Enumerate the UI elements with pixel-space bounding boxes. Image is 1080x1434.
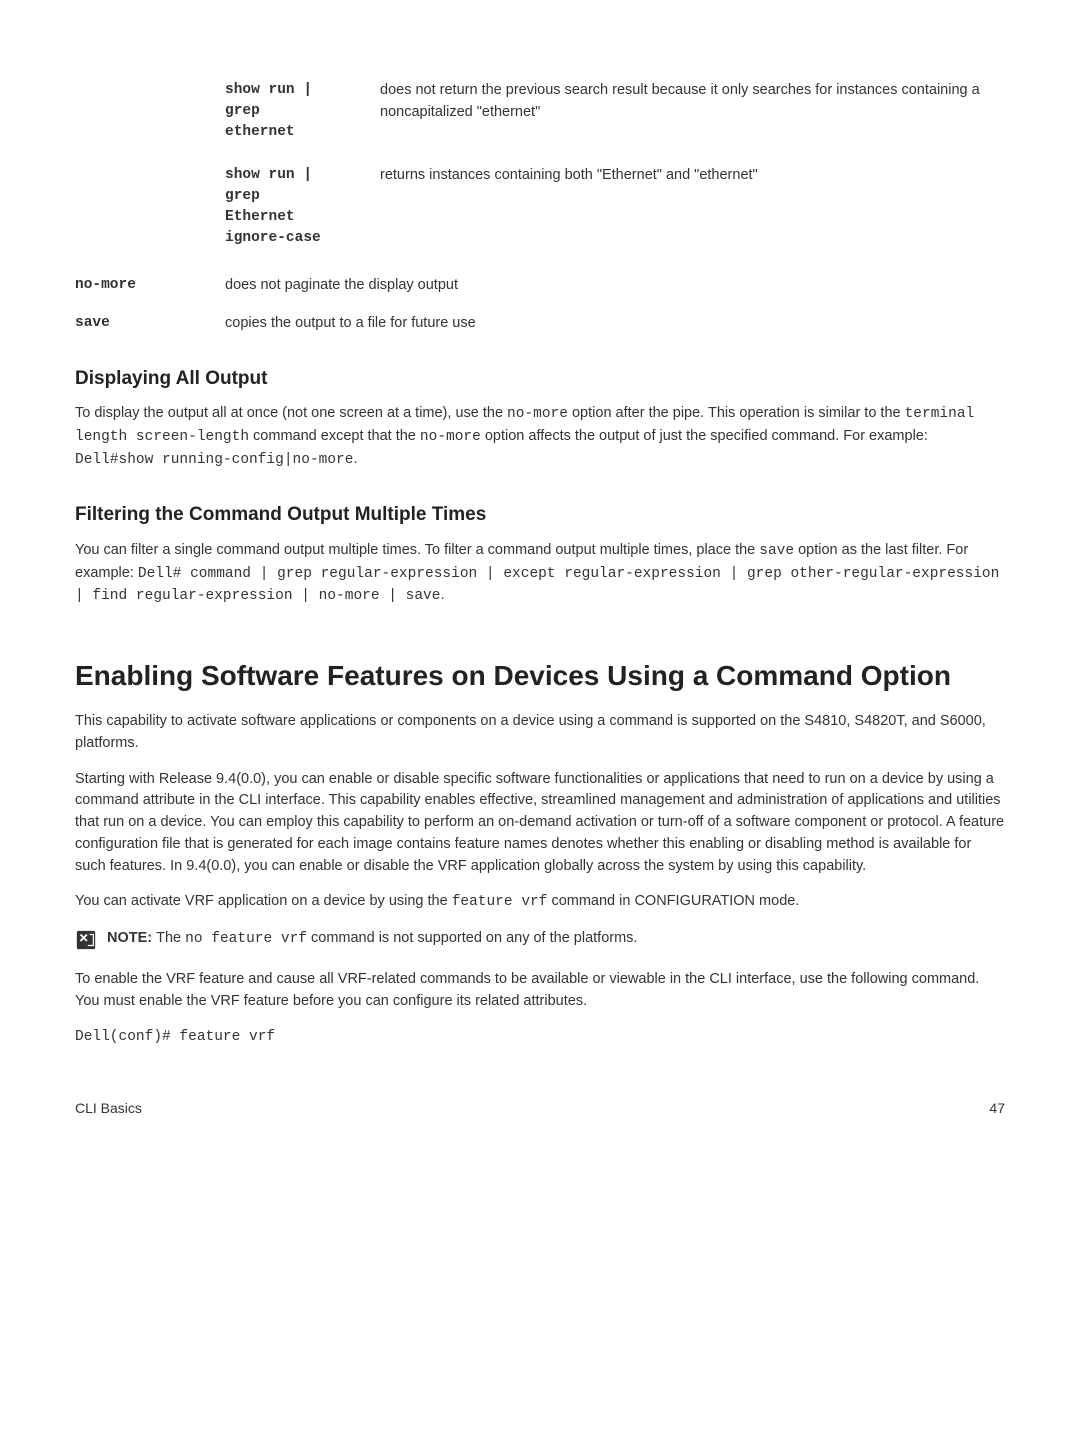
nested-desc-2: returns instances containing both "Ether… bbox=[380, 165, 1005, 249]
def-term-save: save bbox=[75, 313, 225, 335]
def-row-grep-nested: show run | grep ethernet does not return… bbox=[75, 80, 1005, 259]
text-fragment: You can filter a single command output m… bbox=[75, 542, 759, 558]
inline-code: Dell#show running-config|no-more bbox=[75, 452, 353, 468]
text-fragment: option affects the output of just the sp… bbox=[481, 428, 928, 444]
note-block: NOTE: The no feature vrf command is not … bbox=[75, 928, 1005, 951]
nested-example-1: show run | grep ethernet does not return… bbox=[225, 80, 1005, 143]
text-fragment: The bbox=[156, 930, 185, 946]
def-row-save: save copies the output to a file for fut… bbox=[75, 313, 1005, 335]
inline-code: save bbox=[759, 543, 794, 559]
def-row-nomore: no-more does not paginate the display ou… bbox=[75, 275, 1005, 297]
nested-example-2: show run | grep Ethernet ignore-case ret… bbox=[225, 165, 1005, 249]
inline-code: no feature vrf bbox=[185, 931, 307, 947]
nested-desc-1: does not return the previous search resu… bbox=[380, 80, 1005, 143]
page-footer: CLI Basics 47 bbox=[75, 1098, 1005, 1119]
para-activate-vrf: You can activate VRF application on a de… bbox=[75, 891, 1005, 914]
inline-code: Dell# command | grep regular-expression … bbox=[75, 566, 999, 605]
heading-filtering-multiple: Filtering the Command Output Multiple Ti… bbox=[75, 501, 1005, 530]
text-fragment: . bbox=[353, 451, 357, 467]
text-fragment: command except that the bbox=[249, 428, 420, 444]
empty-term-col bbox=[75, 80, 225, 259]
para-enable-vrf-feature: To enable the VRF feature and cause all … bbox=[75, 969, 1005, 1013]
para-starting-release: Starting with Release 9.4(0.0), you can … bbox=[75, 769, 1005, 878]
footer-left: CLI Basics bbox=[75, 1098, 142, 1119]
text-fragment: option after the pipe. This operation is… bbox=[568, 405, 905, 421]
text-fragment: You can activate VRF application on a de… bbox=[75, 893, 452, 909]
note-icon bbox=[75, 929, 97, 951]
inline-code: no-more bbox=[420, 429, 481, 445]
def-desc-nomore: does not paginate the display output bbox=[225, 275, 1005, 297]
note-label: NOTE: bbox=[107, 930, 156, 946]
text-fragment: command in CONFIGURATION mode. bbox=[547, 893, 799, 909]
footer-page-number: 47 bbox=[989, 1098, 1005, 1119]
para-displaying-all-output: To display the output all at once (not o… bbox=[75, 403, 1005, 471]
note-text: NOTE: The no feature vrf command is not … bbox=[107, 928, 1005, 951]
inline-code: no-more bbox=[507, 406, 568, 422]
def-desc-save: copies the output to a file for future u… bbox=[225, 313, 1005, 335]
nested-cmd-1: show run | grep ethernet bbox=[225, 80, 380, 143]
heading-enabling-software-features: Enabling Software Features on Devices Us… bbox=[75, 658, 1005, 693]
inline-code: feature vrf bbox=[452, 894, 548, 910]
nested-cmd-2: show run | grep Ethernet ignore-case bbox=[225, 165, 380, 249]
text-fragment: To display the output all at once (not o… bbox=[75, 405, 507, 421]
para-filtering-multiple: You can filter a single command output m… bbox=[75, 540, 1005, 608]
definition-list: show run | grep ethernet does not return… bbox=[75, 80, 1005, 335]
code-block: Dell(conf)# feature vrf bbox=[75, 1027, 1005, 1049]
def-term-nomore: no-more bbox=[75, 275, 225, 297]
nested-examples: show run | grep ethernet does not return… bbox=[225, 80, 1005, 259]
para-capability-intro: This capability to activate software app… bbox=[75, 711, 1005, 755]
text-fragment: . bbox=[440, 587, 444, 603]
heading-displaying-all-output: Displaying All Output bbox=[75, 365, 1005, 394]
text-fragment: command is not supported on any of the p… bbox=[307, 930, 637, 946]
